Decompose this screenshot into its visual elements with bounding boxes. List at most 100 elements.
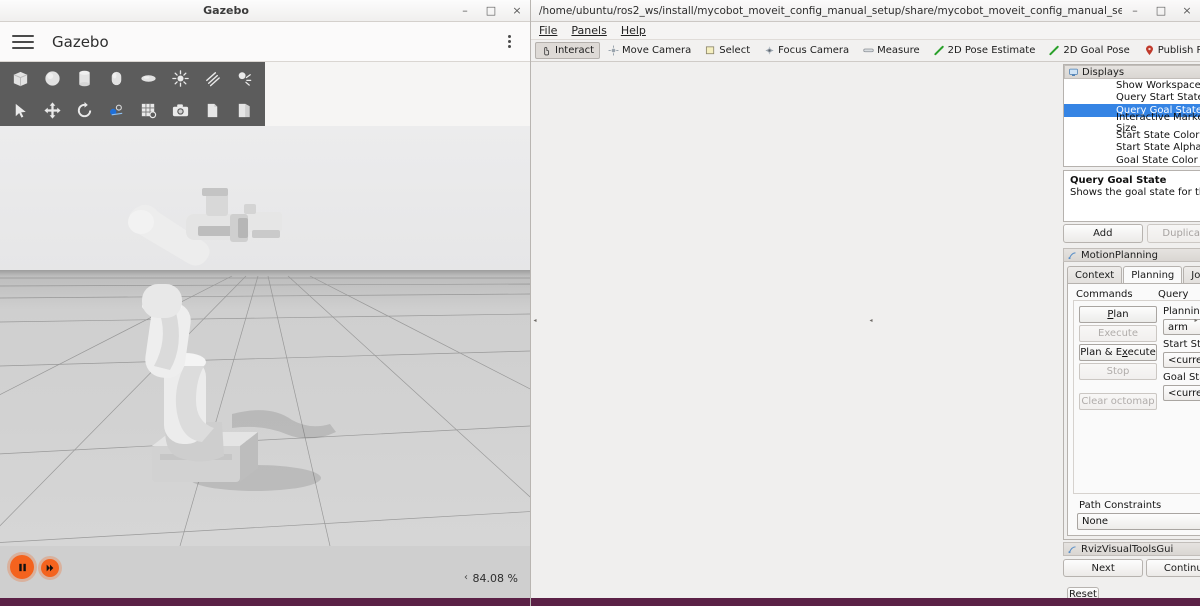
gazebo-header-bar: Gazebo bbox=[0, 22, 530, 62]
pause-icon[interactable] bbox=[10, 555, 34, 579]
panel-splitter-left[interactable]: ◂ bbox=[531, 300, 539, 340]
gazebo-maximize-button[interactable]: □ bbox=[478, 1, 504, 21]
start-state-select[interactable]: <current> ▼ bbox=[1163, 352, 1200, 368]
motion-planning-header[interactable]: MotionPlanning bbox=[1063, 248, 1200, 262]
table-row[interactable]: Start State Alpha 1 bbox=[1064, 142, 1200, 155]
realtime-factor-value: 84.08 % bbox=[472, 572, 518, 585]
tool-publish-point[interactable]: Publish Point bbox=[1138, 42, 1200, 59]
displays-panel-header[interactable]: Displays bbox=[1064, 65, 1200, 79]
plan-and-execute-button[interactable]: Plan & Execute bbox=[1079, 344, 1157, 361]
planning-group-value: arm bbox=[1168, 321, 1188, 333]
table-row[interactable]: Query Start State ✓ bbox=[1064, 92, 1200, 105]
path-constraints-select[interactable]: None ▼ bbox=[1077, 513, 1200, 530]
tool-2d-pose-estimate-label: 2D Pose Estimate bbox=[947, 45, 1036, 56]
tool-move-camera[interactable]: Move Camera bbox=[602, 42, 697, 59]
goal-state-label: Goal State: bbox=[1163, 372, 1200, 383]
menu-file[interactable]: File bbox=[539, 24, 557, 37]
gazebo-close-button[interactable]: × bbox=[504, 1, 530, 21]
tool-interact-label: Interact bbox=[555, 45, 595, 56]
tool-measure-label: Measure bbox=[877, 45, 920, 56]
gazebo-tool-toolbar-row bbox=[0, 94, 265, 126]
cylinder-shape-icon[interactable] bbox=[68, 63, 100, 93]
map-pin-icon bbox=[1145, 45, 1153, 56]
capsule-shape-icon[interactable] bbox=[100, 63, 132, 93]
query-group-label: Query bbox=[1158, 289, 1189, 300]
gazebo-minimize-button[interactable]: – bbox=[452, 1, 478, 21]
splitter-handle-icon: ◂ bbox=[869, 316, 873, 324]
tool-measure[interactable]: Measure bbox=[857, 42, 926, 59]
tool-2d-goal-pose[interactable]: 2D Goal Pose bbox=[1043, 42, 1135, 59]
rviz-minimize-button[interactable]: – bbox=[1122, 1, 1148, 21]
gazebo-status-bar: ‹ 84.08 % bbox=[0, 546, 530, 604]
description-text: Shows the goal state for the motion plan… bbox=[1070, 187, 1200, 198]
next-button[interactable]: Next bbox=[1063, 559, 1144, 577]
splitter-handle-icon: ▸ bbox=[1194, 316, 1198, 324]
continue-button[interactable]: Continue bbox=[1146, 559, 1200, 577]
pose-arrow-icon bbox=[933, 45, 944, 56]
property-label: Start State Alpha bbox=[1116, 142, 1200, 154]
motion-planning-icon bbox=[1068, 251, 1076, 259]
kebab-menu-icon[interactable] bbox=[500, 35, 518, 48]
tool-focus-camera-label: Focus Camera bbox=[778, 45, 850, 56]
step-forward-icon[interactable] bbox=[41, 559, 59, 577]
panel-splitter-right[interactable]: ▸ bbox=[1192, 300, 1200, 340]
statusbar-collapse-arrow[interactable]: ‹ bbox=[464, 572, 468, 583]
copy-icon[interactable] bbox=[196, 95, 228, 125]
table-row[interactable]: Start State Color 0; 255; 0 bbox=[1064, 129, 1200, 142]
commands-group-label: Commands bbox=[1076, 289, 1133, 300]
sphere-shape-icon[interactable] bbox=[36, 63, 68, 93]
start-state-label: Start State: bbox=[1163, 339, 1200, 350]
gazebo-scene bbox=[0, 188, 530, 546]
table-row[interactable]: Goal State Color 250; 128; 0 bbox=[1064, 154, 1200, 166]
grid-icon[interactable] bbox=[132, 95, 164, 125]
spot-light-icon[interactable] bbox=[228, 63, 260, 93]
goal-state-value: <current> bbox=[1168, 387, 1200, 399]
table-row[interactable]: Show Workspace bbox=[1064, 79, 1200, 92]
menu-panels[interactable]: Panels bbox=[571, 24, 606, 37]
stop-button[interactable]: Stop bbox=[1079, 363, 1157, 380]
displays-property-tree[interactable]: Show Workspace Query Start State ✓ Query… bbox=[1064, 79, 1200, 166]
hand-cursor-icon bbox=[544, 46, 550, 56]
execute-button[interactable]: Execute bbox=[1079, 325, 1157, 342]
visual-tools-header[interactable]: RvizVisualToolsGui bbox=[1063, 542, 1200, 556]
box-shape-icon[interactable] bbox=[4, 63, 36, 93]
directional-light-icon[interactable] bbox=[196, 63, 228, 93]
duplicate-button[interactable]: Duplicate bbox=[1146, 224, 1200, 243]
measure-icon bbox=[863, 48, 874, 53]
property-label: Goal State Color bbox=[1116, 154, 1198, 166]
tool-interact[interactable]: Interact bbox=[535, 42, 601, 59]
tab-context[interactable]: Context bbox=[1067, 266, 1123, 284]
point-light-icon[interactable] bbox=[164, 63, 196, 93]
tool-focus-camera[interactable]: Focus Camera bbox=[758, 42, 855, 59]
description-title: Query Goal State bbox=[1070, 175, 1167, 186]
gazebo-robot-arm bbox=[128, 188, 282, 482]
displays-panel-title: Displays bbox=[1082, 66, 1125, 78]
property-label: Query Start State bbox=[1116, 92, 1200, 104]
motion-planning-tabs: Context Planning Joints Scene Objects St… bbox=[1067, 264, 1200, 285]
clear-octomap-button[interactable]: Clear octomap bbox=[1079, 393, 1157, 410]
tab-joints[interactable]: Joints bbox=[1183, 266, 1200, 284]
ellipsoid-shape-icon[interactable] bbox=[132, 63, 164, 93]
gazebo-3d-viewport[interactable] bbox=[0, 126, 530, 546]
tool-2d-pose-estimate[interactable]: 2D Pose Estimate bbox=[928, 42, 1042, 59]
rotate-icon[interactable] bbox=[68, 95, 100, 125]
tool-publish-point-label: Publish Point bbox=[1157, 45, 1200, 56]
table-row[interactable]: Interactive Marker Size 0 bbox=[1064, 112, 1200, 134]
tool-select[interactable]: Select bbox=[699, 42, 756, 59]
screenshot-icon[interactable] bbox=[164, 95, 196, 125]
tool-select-label: Select bbox=[719, 45, 751, 56]
rviz-close-button[interactable]: × bbox=[1174, 1, 1200, 21]
goal-state-select[interactable]: <current> ▼ bbox=[1163, 385, 1200, 401]
translate-icon[interactable] bbox=[36, 95, 68, 125]
plan-button[interactable]: Plan bbox=[1079, 306, 1157, 323]
path-constraints-value: None bbox=[1082, 516, 1109, 527]
rviz-window-title: /home/ubuntu/ros2_ws/install/mycobot_mov… bbox=[539, 4, 1122, 17]
menu-help[interactable]: Help bbox=[621, 24, 646, 37]
panel-splitter-center[interactable]: ◂ bbox=[867, 300, 875, 340]
hamburger-icon[interactable] bbox=[12, 33, 34, 51]
select-arrow-icon[interactable] bbox=[4, 95, 36, 125]
paste-icon[interactable] bbox=[228, 95, 260, 125]
scale-icon[interactable] bbox=[100, 95, 132, 125]
rviz-maximize-button[interactable]: □ bbox=[1148, 1, 1174, 21]
add-button[interactable]: Add bbox=[1063, 224, 1143, 243]
